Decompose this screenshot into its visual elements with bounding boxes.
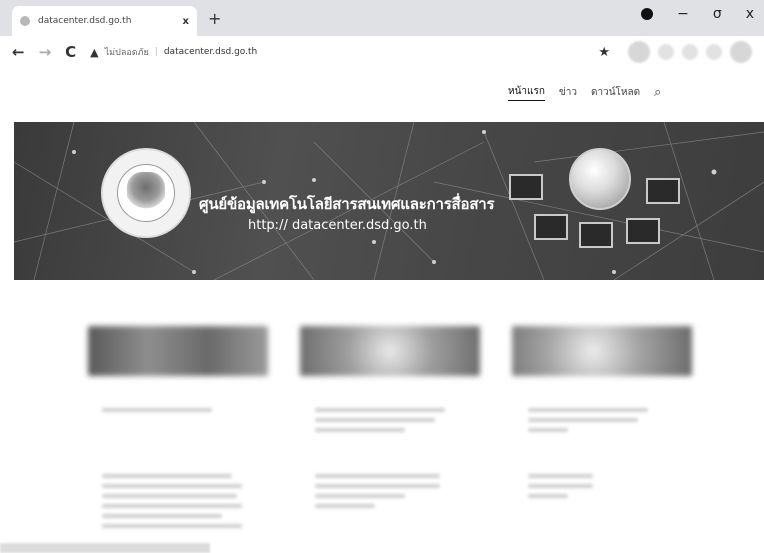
warning-icon[interactable]: ▲ [90,46,98,59]
blurred-text-line [528,418,638,422]
minimize-button[interactable]: − [677,6,689,22]
nav-item-home[interactable]: หน้าแรก [508,84,545,101]
computer-monitor-icon [646,178,680,204]
department-seal-logo [101,148,191,238]
back-arrow-icon[interactable]: ← [12,43,25,61]
blurred-text-line [102,504,242,508]
content-card-image[interactable] [512,326,692,376]
computer-monitor-icon [626,218,660,244]
browser-tab[interactable]: datacenter.dsd.go.th x [12,6,197,36]
record-icon[interactable] [641,8,654,20]
extension-icon[interactable] [628,41,650,63]
profile-avatar[interactable] [730,41,752,63]
blurred-text-line [315,408,445,412]
close-window-button[interactable]: x [746,6,754,22]
nav-item-news[interactable]: ข่าว [559,85,577,100]
search-icon[interactable]: ⌕ [654,85,661,100]
blurred-text-line [102,484,242,488]
banner-title: ศูนย์ข้อมูลเทคโนโลยีสารสนเทศและการสื่อสา… [199,195,495,213]
new-tab-button[interactable]: + [208,9,221,28]
content-card-image[interactable] [300,326,480,376]
tab-favicon-icon [20,16,30,26]
address-separator: | [154,47,158,57]
window-controls: − σ x [641,6,764,22]
browser-toolbar: ← → C ▲ ไม่ปลอดภัย | datacenter.dsd.go.t… [0,36,764,68]
blurred-text-line [315,504,375,508]
browser-tab-strip: datacenter.dsd.go.th x + − σ x [0,0,764,36]
insecure-label[interactable]: ไม่ปลอดภัย [105,45,149,59]
computer-monitor-icon [534,214,568,240]
blurred-text-line [102,514,222,518]
content-card-image[interactable] [88,326,268,376]
blurred-text-line [102,494,237,498]
address-bar[interactable]: ▲ ไม่ปลอดภัย | datacenter.dsd.go.th [90,45,584,59]
globe-icon [569,148,631,210]
computer-monitor-icon [579,222,613,248]
forward-arrow-icon[interactable]: → [39,43,52,61]
blurred-text-line [528,428,568,432]
blurred-text-line [315,484,440,488]
extensions-area [628,41,752,63]
extension-icon[interactable] [682,44,698,60]
extension-icon[interactable] [658,44,674,60]
computer-monitor-icon [509,174,543,200]
tab-close-button[interactable]: x [183,16,189,27]
address-url[interactable]: datacenter.dsd.go.th [164,47,257,57]
hero-banner: ศูนย์ข้อมูลเทคโนโลยีสารสนเทศและการสื่อสา… [14,122,764,280]
blurred-text-line [315,494,405,498]
reload-icon[interactable]: C [65,43,76,61]
site-nav: หน้าแรก ข่าว ดาวน์โหลด ⌕ [508,84,661,101]
nav-item-download[interactable]: ดาวน์โหลด [591,85,640,100]
browser-status-bar [0,543,210,553]
star-icon[interactable]: ★ [598,45,610,60]
blurred-text-line [102,524,242,528]
blurred-text-line [528,494,568,498]
tab-title: datacenter.dsd.go.th [38,16,132,26]
extension-icon[interactable] [706,44,722,60]
blurred-text-line [315,418,435,422]
blurred-text-line [528,408,648,412]
blurred-text-line [315,428,405,432]
blurred-text-line [102,474,232,478]
blurred-text-line [102,408,212,412]
blurred-text-line [528,484,593,488]
maximize-button[interactable]: σ [713,6,722,22]
banner-url: http:// datacenter.dsd.go.th [248,218,427,233]
blurred-text-line [528,474,593,478]
blurred-text-line [315,474,440,478]
